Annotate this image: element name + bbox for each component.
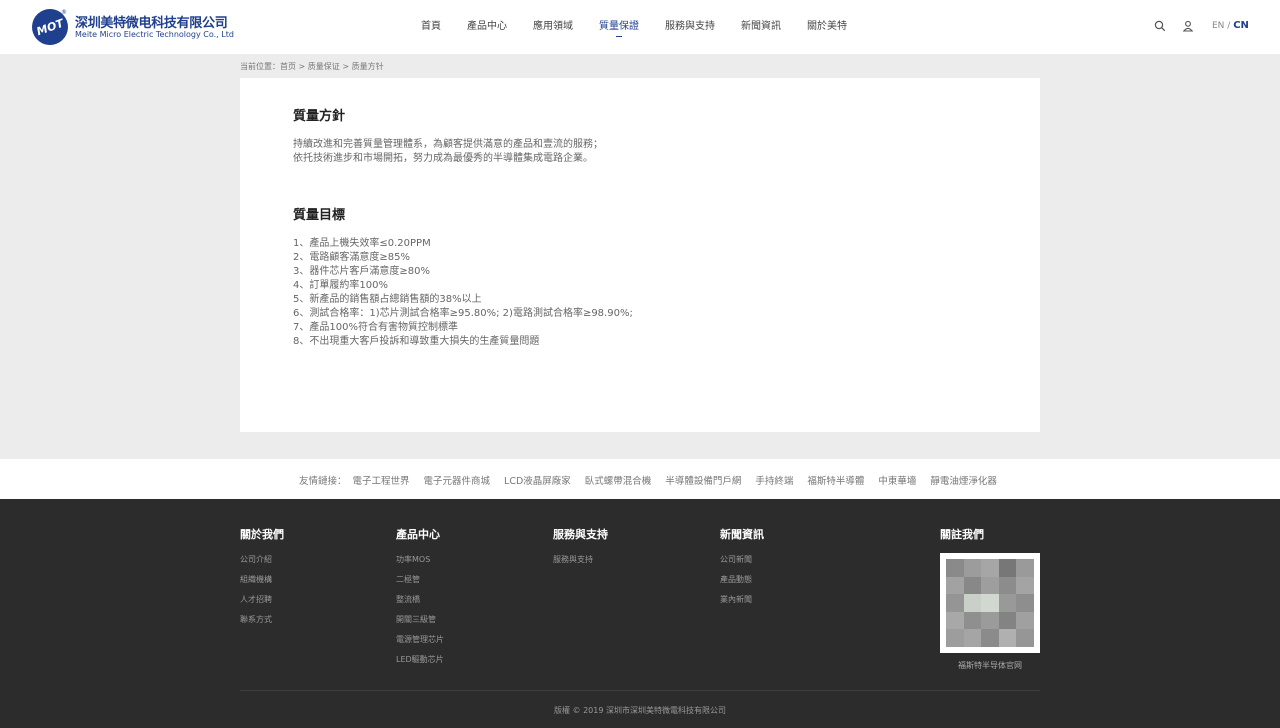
qr-code xyxy=(940,553,1040,653)
qr-caption: 福斯特半导体官网 xyxy=(958,661,1022,670)
footer-col-title: 新聞資訊 xyxy=(720,528,764,541)
footer-link[interactable]: 產品動態 xyxy=(720,575,764,595)
policy-line: 依托技術進步和市場開拓，努力成為最優秀的半導體集成電路企業。 xyxy=(293,153,593,164)
friend-links: 友情鏈接： 電子工程世界 電子元器件商城 LCD液晶屏廠家 臥式螺帶混合機 半導… xyxy=(299,473,1011,487)
breadcrumb-separator: > xyxy=(298,62,306,71)
footer-link[interactable]: 二極管 xyxy=(396,575,444,595)
breadcrumb-current[interactable]: 质量方针 xyxy=(352,62,384,71)
friend-link[interactable]: 電子元器件商城 xyxy=(424,473,491,487)
footer-link[interactable]: 整流橋 xyxy=(396,595,444,615)
breadcrumb-home[interactable]: 首页 xyxy=(280,62,296,71)
goal-item: 4、訂單履約率100% xyxy=(293,280,388,291)
registered-mark: ® xyxy=(61,9,67,16)
breadcrumb-separator: > xyxy=(342,62,350,71)
friend-links-bar: 友情鏈接： 電子工程世界 電子元器件商城 LCD液晶屏廠家 臥式螺帶混合機 半導… xyxy=(0,459,1280,499)
nav-news[interactable]: 新聞資訊 xyxy=(741,0,781,54)
footer-col-about: 關於我們 公司介紹 組織機構 人才招聘 聯系方式 xyxy=(240,526,284,635)
qr-code-icon xyxy=(946,559,1034,647)
user-icon[interactable] xyxy=(1182,20,1194,32)
goal-item: 8、不出現重大客戶投訴和導致重大損失的生產質量問題 xyxy=(293,336,540,347)
footer-link[interactable]: 開關三級管 xyxy=(396,615,444,635)
copyright-text: 版權 © 2019 深圳市深圳美特微電科技有限公司 xyxy=(554,706,726,715)
breadcrumb: 当前位置：首页 > 质量保证 > 质量方针 xyxy=(240,61,384,72)
footer-col-title: 關註我們 xyxy=(940,528,984,541)
nav-about[interactable]: 關於美特 xyxy=(807,0,847,54)
footer-col-title: 關於我們 xyxy=(240,528,284,541)
friend-links-label: 友情鏈接： xyxy=(299,476,347,487)
friend-link[interactable]: 中東華墻 xyxy=(878,473,916,487)
main-content: 質量方針 持續改進和完善質量管理體系，為顧客提供滿意的產品和壹流的服務； 依托技… xyxy=(240,78,1040,432)
footer-col-news: 新聞資訊 公司新聞 產品動態 業內新聞 xyxy=(720,526,764,615)
logo-company-name-cn: 深圳美特微电科技有限公司 xyxy=(75,16,228,31)
friend-link[interactable]: 手持終端 xyxy=(755,473,793,487)
goal-item: 3、器件芯片客戶滿意度≥80% xyxy=(293,266,430,277)
goal-item: 5、新產品的銷售額占總銷售額的38%以上 xyxy=(293,294,482,305)
footer-col-follow: 關註我們 xyxy=(940,526,984,555)
footer-link[interactable]: 公司新聞 xyxy=(720,555,764,575)
site-header: MOT ® 深圳美特微电科技有限公司 Meite Micro Electric … xyxy=(0,0,1280,54)
footer-link[interactable]: 公司介紹 xyxy=(240,555,284,575)
footer-col-service: 服務與支持 服務與支持 xyxy=(553,526,608,575)
lang-cn-link[interactable]: CN xyxy=(1233,20,1249,31)
friend-link[interactable]: 靜電油煙淨化器 xyxy=(930,473,997,487)
footer-link[interactable]: 服務與支持 xyxy=(553,555,608,575)
logo-company-name-en: Meite Micro Electric Technology Co., Ltd xyxy=(75,30,234,39)
nav-applications[interactable]: 應用領域 xyxy=(533,0,573,54)
footer-link[interactable]: 業內新聞 xyxy=(720,595,764,615)
footer-col-title: 產品中心 xyxy=(396,528,440,541)
footer-link[interactable]: 人才招聘 xyxy=(240,595,284,615)
footer-divider xyxy=(240,690,1040,691)
goal-item: 7、產品100%符合有害物質控制標準 xyxy=(293,322,458,333)
quality-goals-section: 質量目標 1、產品上機失效率≤0.20PPM 2、電路顧客滿意度≥85% 3、器… xyxy=(293,204,633,349)
site-footer: 關於我們 公司介紹 組織機構 人才招聘 聯系方式 產品中心 功率MOS 二極管 … xyxy=(0,499,1280,728)
quality-goals-title: 質量目標 xyxy=(293,208,346,223)
nav-products[interactable]: 產品中心 xyxy=(467,0,507,54)
lang-separator: / xyxy=(1227,21,1231,31)
footer-link[interactable]: 組織機構 xyxy=(240,575,284,595)
quality-policy-title: 質量方針 xyxy=(293,109,346,124)
footer-link[interactable]: 功率MOS xyxy=(396,555,444,575)
quality-policy-section: 質量方針 持續改進和完善質量管理體系，為顧客提供滿意的產品和壹流的服務； 依托技… xyxy=(293,105,603,166)
nav-home[interactable]: 首頁 xyxy=(421,0,441,54)
search-icon[interactable] xyxy=(1154,20,1166,32)
friend-link[interactable]: 半導體設備門戶網 xyxy=(665,473,741,487)
friend-link[interactable]: 福斯特半導體 xyxy=(807,473,864,487)
footer-link[interactable]: 電源管理芯片 xyxy=(396,635,444,655)
footer-col-title: 服務與支持 xyxy=(553,528,608,541)
friend-link[interactable]: LCD液晶屏廠家 xyxy=(504,473,571,487)
footer-col-products: 產品中心 功率MOS 二極管 整流橋 開關三級管 電源管理芯片 LED驅動芯片 xyxy=(396,526,444,675)
company-logo[interactable]: MOT ® 深圳美特微电科技有限公司 Meite Micro Electric … xyxy=(26,3,234,51)
nav-service[interactable]: 服務與支持 xyxy=(665,0,715,54)
breadcrumb-quality[interactable]: 质量保证 xyxy=(308,62,340,71)
footer-link[interactable]: LED驅動芯片 xyxy=(396,655,444,675)
friend-link[interactable]: 臥式螺帶混合機 xyxy=(585,473,652,487)
nav-quality[interactable]: 質量保證 xyxy=(599,0,639,54)
goal-item: 1、產品上機失效率≤0.20PPM xyxy=(293,238,431,249)
goal-item: 6、測試合格率：1)芯片測試合格率≥95.80%; 2)電路測試合格率≥98.9… xyxy=(293,308,633,319)
language-switcher: EN / CN xyxy=(1212,20,1249,31)
lang-en-link[interactable]: EN xyxy=(1212,21,1224,31)
main-nav: 首頁 產品中心 應用領域 質量保證 服務與支持 新聞資訊 關於美特 xyxy=(421,0,873,54)
goal-item: 2、電路顧客滿意度≥85% xyxy=(293,252,410,263)
breadcrumb-prefix: 当前位置： xyxy=(240,62,280,71)
policy-line: 持續改進和完善質量管理體系，為顧客提供滿意的產品和壹流的服務； xyxy=(293,139,603,150)
footer-link[interactable]: 聯系方式 xyxy=(240,615,284,635)
friend-link[interactable]: 電子工程世界 xyxy=(353,473,410,487)
